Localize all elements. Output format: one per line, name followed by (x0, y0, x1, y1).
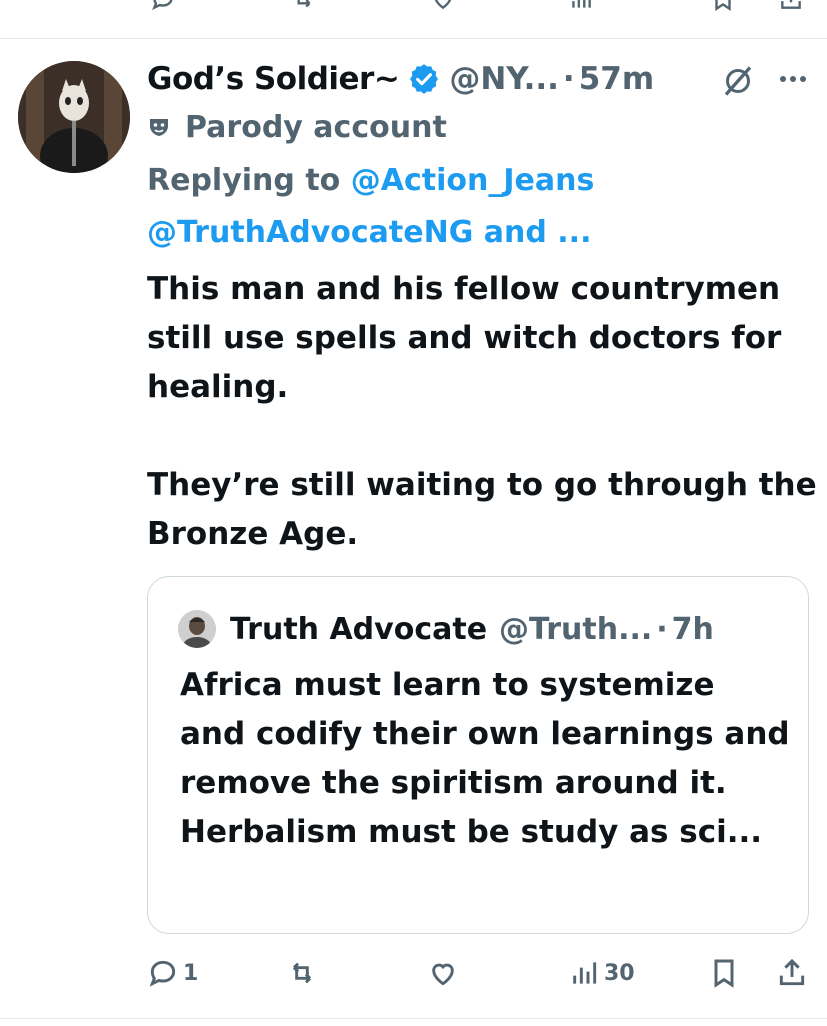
tweet-action-bar: 1 30 (0, 949, 827, 997)
separator-dot: · (562, 61, 575, 97)
share-icon (779, 958, 805, 986)
quoted-author-avatar (178, 610, 216, 648)
bookmark-icon (714, 959, 734, 988)
more-icon[interactable] (778, 71, 808, 87)
share-button[interactable] (776, 949, 808, 997)
quoted-paragraph: Africa must learn to systemize and codif… (180, 667, 790, 801)
views-icon[interactable] (568, 0, 594, 12)
verified-badge-icon (410, 64, 439, 94)
tweet-paragraph: This man and his fellow countrymen still… (147, 271, 782, 405)
parody-account-text: Parody account (185, 109, 447, 145)
retweet-icon[interactable] (290, 0, 316, 12)
author-handle[interactable]: @NY... (449, 61, 559, 97)
like-icon (432, 963, 454, 986)
tweet-paragraph: They’re still waiting to go through the … (147, 467, 817, 552)
reply-mention-link[interactable]: @Action_Jeans (351, 163, 595, 198)
views-count: 30 (604, 960, 635, 986)
tweet-header: God’s Soldier~ @NY... · 57m (147, 57, 654, 101)
parody-mask-icon (150, 119, 168, 136)
quoted-timestamp: 7h (671, 611, 714, 647)
views-button[interactable]: 30 (568, 949, 635, 997)
tweet[interactable]: God’s Soldier~ @NY... · 57m Parody accou… (0, 39, 827, 1026)
reply-icon[interactable] (150, 0, 176, 12)
share-icon[interactable] (778, 0, 804, 12)
divider (0, 1018, 827, 1019)
quoted-author-name: Truth Advocate (230, 611, 488, 647)
previous-tweet-action-bar (0, 0, 827, 39)
bookmark-button[interactable] (708, 949, 740, 997)
views-icon (573, 962, 597, 984)
reply-mention-more-link[interactable]: @TruthAdvocateNG and ... (147, 215, 591, 250)
reply-button[interactable]: 1 (147, 949, 198, 997)
grok-icon[interactable] (720, 63, 756, 99)
reply-count: 1 (183, 960, 199, 986)
reply-icon (149, 960, 176, 987)
parody-label: Parody account (147, 107, 447, 147)
quoted-tweet[interactable]: Truth Advocate @Truth... · 7h Africa mus… (147, 576, 809, 934)
author-name[interactable]: God’s Soldier~ (147, 61, 400, 97)
replying-prefix: Replying to (147, 163, 341, 198)
like-icon[interactable] (430, 0, 456, 12)
tweet-timestamp[interactable]: 57m (579, 61, 654, 97)
like-button[interactable] (427, 949, 459, 997)
retweet-icon (292, 962, 312, 984)
author-avatar[interactable] (18, 61, 130, 173)
quoted-author-handle: @Truth... (499, 611, 653, 647)
replying-to: Replying to @Action_Jeans @TruthAdvocate… (147, 155, 807, 259)
separator-dot: · (656, 611, 668, 647)
quoted-tweet-header: Truth Advocate @Truth... · 7h (178, 607, 714, 651)
retweet-button[interactable] (286, 949, 318, 997)
bookmark-icon[interactable] (710, 0, 736, 12)
quoted-tweet-body: Africa must learn to systemize and codif… (180, 661, 790, 857)
quoted-paragraph: Herbalism must be study as sci... (180, 814, 763, 850)
tweet-body: This man and his fellow countrymen still… (147, 265, 817, 559)
